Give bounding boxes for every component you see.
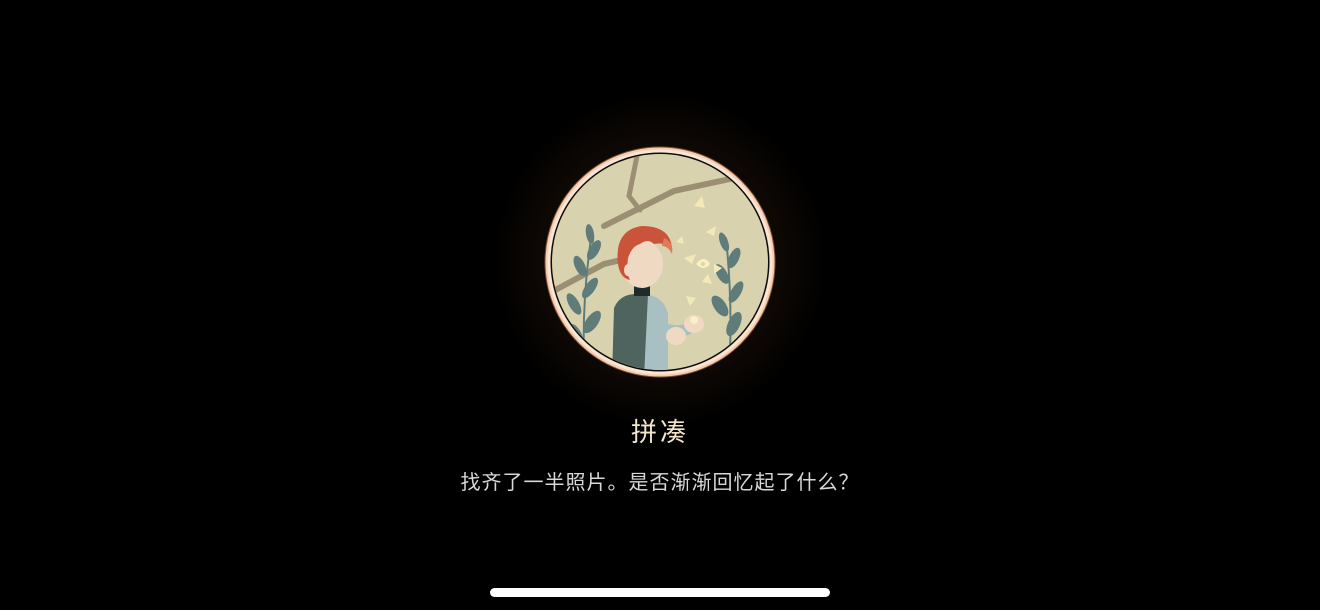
achievement-badge — [544, 146, 776, 378]
home-indicator-bar[interactable] — [490, 588, 830, 597]
achievement-title: 拼凑 — [630, 418, 689, 448]
achievement-description: 找齐了一半照片。是否渐渐回忆起了什么？ — [460, 470, 860, 494]
achievement-screen: 拼凑 找齐了一半照片。是否渐渐回忆起了什么？ — [0, 0, 1320, 610]
boy-with-butterflies-icon — [544, 146, 776, 378]
